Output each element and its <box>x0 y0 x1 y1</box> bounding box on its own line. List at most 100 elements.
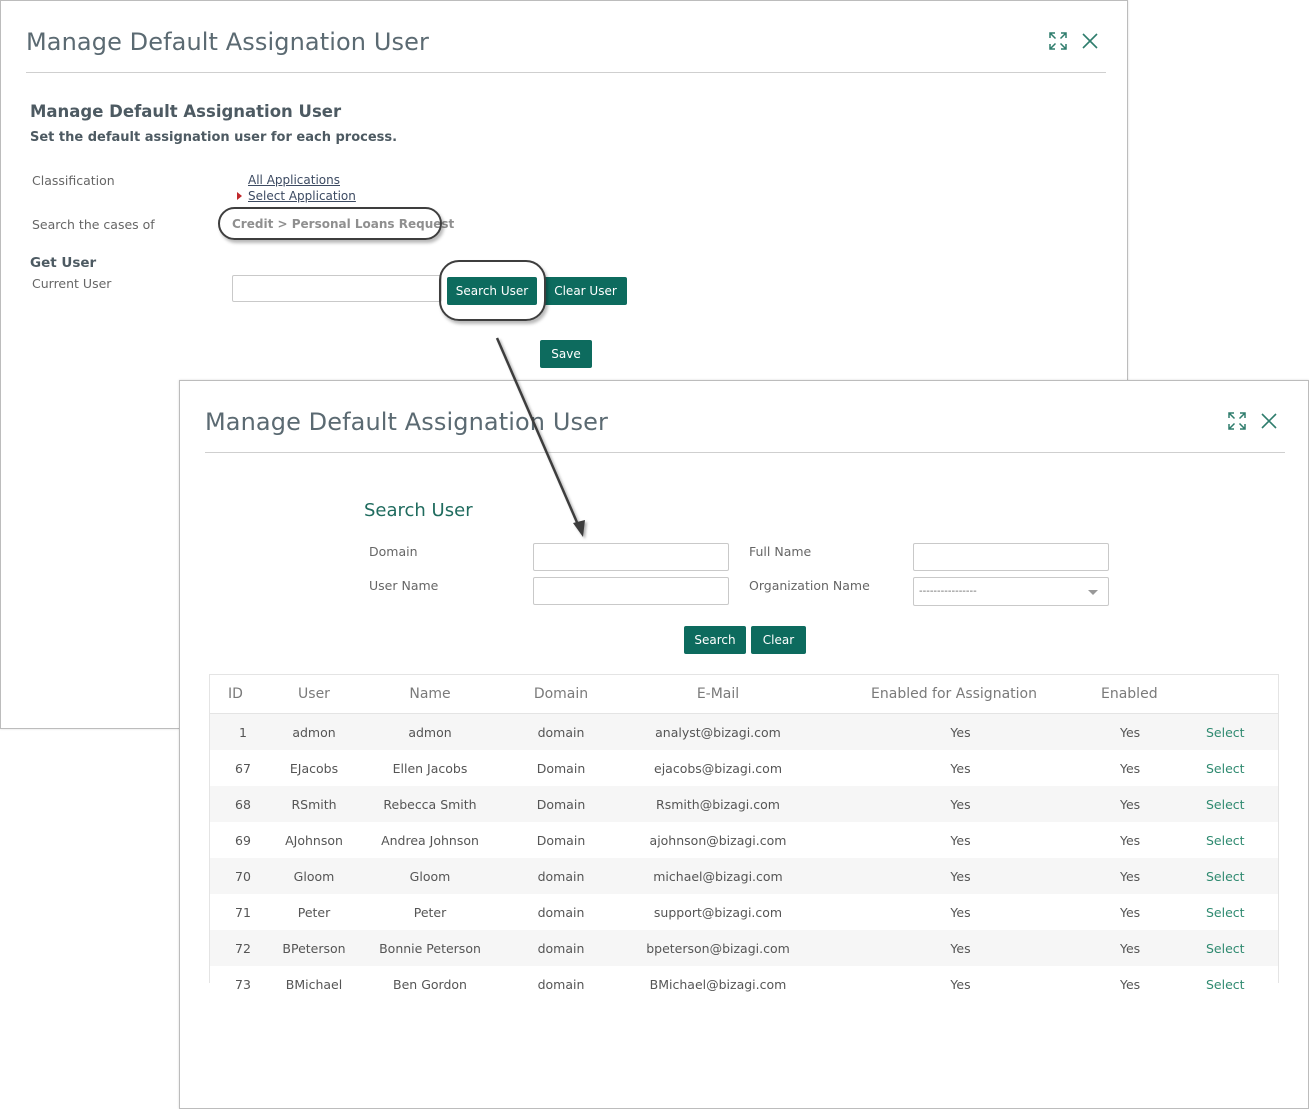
close-icon[interactable] <box>1259 411 1279 431</box>
cell-enabled-assignation: Yes <box>808 858 1100 894</box>
clear-button[interactable]: Clear <box>751 626 806 654</box>
cell-name: admon <box>366 713 494 750</box>
cell-email: analyst@bizagi.com <box>628 713 808 750</box>
column-header-user[interactable]: User <box>262 675 366 714</box>
search-user-heading: Search User <box>364 500 473 521</box>
cell-enabled-assignation: Yes <box>808 822 1100 858</box>
cell-domain: domain <box>494 858 628 894</box>
cell-id: 73 <box>210 966 262 1002</box>
cell-name: Andrea Johnson <box>366 822 494 858</box>
select-link[interactable]: Select <box>1206 966 1278 1002</box>
cell-domain: domain <box>494 713 628 750</box>
select-link[interactable]: Select <box>1206 786 1278 822</box>
organization-select[interactable]: ---------------- <box>913 577 1109 606</box>
column-header-enabled[interactable]: Enabled <box>1100 675 1206 714</box>
cell-user: Gloom <box>262 858 366 894</box>
user-name-input[interactable] <box>533 577 729 605</box>
column-header-name[interactable]: Name <box>366 675 494 714</box>
cell-domain: domain <box>494 930 628 966</box>
cell-email: michael@bizagi.com <box>628 858 808 894</box>
select-link[interactable]: Select <box>1206 894 1278 930</box>
save-button[interactable]: Save <box>540 340 592 368</box>
cell-enabled-assignation: Yes <box>808 750 1100 786</box>
clear-user-button[interactable]: Clear User <box>544 277 627 305</box>
cell-name: Ben Gordon <box>366 966 494 1002</box>
table-row: 73 BMichael Ben Gordon domain BMichael@bizag… <box>210 966 1278 1002</box>
page-heading: Manage Default Assignation User <box>30 102 342 121</box>
select-link[interactable]: Select <box>1206 822 1278 858</box>
cell-name: Rebecca Smith <box>366 786 494 822</box>
cell-user: BPeterson <box>262 930 366 966</box>
table-row: 70 Gloom Gloom domain michael@bizagi.com Yes Y… <box>210 858 1278 894</box>
column-header-domain[interactable]: Domain <box>494 675 628 714</box>
cell-id: 71 <box>210 894 262 930</box>
table-row: 67 EJacobs Ellen Jacobs Domain ejacobs@bizag… <box>210 750 1278 786</box>
select-link[interactable]: Select <box>1206 930 1278 966</box>
table-row: 68 RSmith Rebecca Smith Domain Rsmith@bizagi… <box>210 786 1278 822</box>
cell-domain: Domain <box>494 750 628 786</box>
cell-user: EJacobs <box>262 750 366 786</box>
select-application-link[interactable]: Select Application <box>248 189 356 203</box>
dialog-title: Manage Default Assignation User <box>26 28 429 56</box>
cell-enabled: Yes <box>1100 786 1206 822</box>
users-table-body: 1 admon admon domain analyst@bizagi.com Yes Ye… <box>210 713 1278 1002</box>
expand-icon[interactable] <box>1048 31 1068 51</box>
select-link[interactable]: Select <box>1206 713 1278 750</box>
get-user-heading: Get User <box>30 255 97 271</box>
close-icon[interactable] <box>1080 31 1100 51</box>
cell-domain: Domain <box>494 822 628 858</box>
cell-user: admon <box>262 713 366 750</box>
select-link[interactable]: Select <box>1206 750 1278 786</box>
cell-enabled-assignation: Yes <box>808 966 1100 1002</box>
cell-email: support@bizagi.com <box>628 894 808 930</box>
highlight-oval-process <box>218 207 442 240</box>
column-header-enabled-assignation[interactable]: Enabled for Assignation <box>808 675 1100 714</box>
current-user-label: Current User <box>32 276 112 291</box>
search-user-dialog: Manage Default Assignation User Search U… <box>179 380 1309 1109</box>
caret-right-icon <box>237 192 242 200</box>
search-button[interactable]: Search <box>684 626 746 654</box>
cell-id: 70 <box>210 858 262 894</box>
expand-icon[interactable] <box>1227 411 1247 431</box>
cell-domain: Domain <box>494 786 628 822</box>
table-row: 69 AJohnson Andrea Johnson Domain ajohnson@b… <box>210 822 1278 858</box>
table-header-row: ID User Name Domain E-Mail Enabled for A… <box>210 675 1278 714</box>
page-subheading: Set the default assignation user for eac… <box>30 130 398 145</box>
current-user-input[interactable] <box>232 275 442 302</box>
cell-name: Peter <box>366 894 494 930</box>
full-name-input[interactable] <box>913 543 1109 571</box>
chevron-down-icon <box>1088 590 1098 595</box>
cell-id: 1 <box>210 713 262 750</box>
cell-user: BMichael <box>262 966 366 1002</box>
cell-email: Rsmith@bizagi.com <box>628 786 808 822</box>
cell-id: 67 <box>210 750 262 786</box>
select-link[interactable]: Select <box>1206 858 1278 894</box>
cell-enabled-assignation: Yes <box>808 786 1100 822</box>
column-header-id[interactable]: ID <box>210 675 262 714</box>
domain-input[interactable] <box>533 543 729 571</box>
cell-enabled: Yes <box>1100 894 1206 930</box>
cell-email: bpeterson@bizagi.com <box>628 930 808 966</box>
table-row: 72 BPeterson Bonnie Peterson domain bpeterso… <box>210 930 1278 966</box>
users-table: ID User Name Domain E-Mail Enabled for A… <box>210 675 1278 1002</box>
column-header-email[interactable]: E-Mail <box>628 675 808 714</box>
cell-name: Bonnie Peterson <box>366 930 494 966</box>
highlight-oval-search-user <box>439 260 546 321</box>
cell-name: Gloom <box>366 858 494 894</box>
organization-selected-value: ---------------- <box>919 586 977 597</box>
cell-id: 72 <box>210 930 262 966</box>
dialog-title: Manage Default Assignation User <box>205 408 608 436</box>
title-divider <box>26 72 1106 73</box>
cell-user: Peter <box>262 894 366 930</box>
cell-user: RSmith <box>262 786 366 822</box>
table-row: 71 Peter Peter domain support@bizagi.com Yes Y… <box>210 894 1278 930</box>
domain-label: Domain <box>369 544 418 559</box>
cell-enabled-assignation: Yes <box>808 894 1100 930</box>
all-applications-link[interactable]: All Applications <box>248 173 340 187</box>
full-name-label: Full Name <box>749 544 812 559</box>
cell-id: 68 <box>210 786 262 822</box>
cell-enabled-assignation: Yes <box>808 713 1100 750</box>
cell-enabled: Yes <box>1100 750 1206 786</box>
cell-id: 69 <box>210 822 262 858</box>
cell-enabled: Yes <box>1100 966 1206 1002</box>
